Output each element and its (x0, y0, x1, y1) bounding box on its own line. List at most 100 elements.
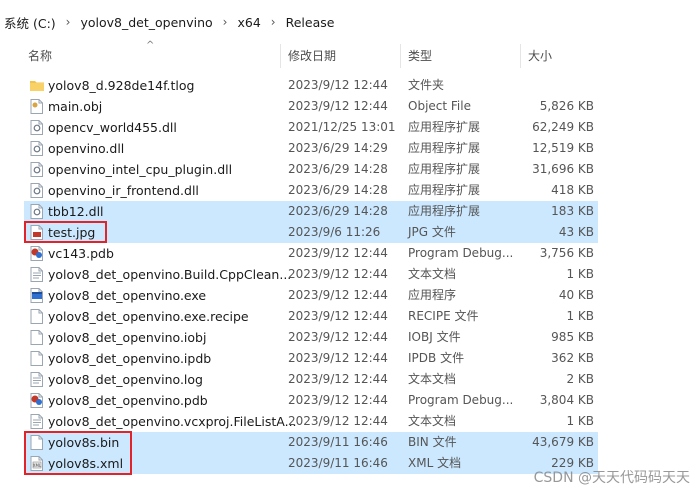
file-row[interactable]: yolov8_det_openvino.ipdb 2023/9/12 12:44 I… (24, 348, 598, 369)
file-name: openvino_ir_frontend.dll (48, 183, 199, 198)
file-row[interactable]: yolov8_det_openvino.exe 2023/9/12 12:44 应用… (24, 285, 598, 306)
column-divider[interactable] (520, 44, 521, 68)
column-divider[interactable] (400, 44, 401, 68)
file-type: 应用程序扩展 (408, 183, 481, 197)
breadcrumb-project[interactable]: yolov8_det_openvino (76, 15, 216, 30)
file-date: 2023/9/12 12:44 (288, 99, 388, 113)
file-type: 应用程序扩展 (408, 162, 481, 176)
file-type: 应用程序 (408, 288, 457, 302)
file-date: 2023/9/12 12:44 (288, 309, 388, 323)
file-size: 418 KB (551, 183, 594, 197)
file-date: 2023/6/29 14:28 (288, 162, 388, 176)
file-row[interactable]: tbb12.dll 2023/6/29 14:28 应用程序扩展 183 KB (24, 201, 598, 222)
file-date: 2023/9/12 12:44 (288, 372, 388, 386)
file-row[interactable]: vc143.pdb 2023/9/12 12:44 Program Debug...… (24, 243, 598, 264)
file-date: 2021/12/25 13:01 (288, 120, 396, 134)
file-size: 2 KB (566, 372, 594, 386)
file-type: 文本文档 (408, 414, 457, 428)
file-date: 2023/9/12 12:44 (288, 78, 388, 92)
file-name: yolov8_det_openvino.vcxproj.FileListA... (48, 414, 297, 429)
file-row[interactable]: openvino_ir_frontend.dll 2023/6/29 14:28 应… (24, 180, 598, 201)
file-size: 1 KB (566, 414, 594, 428)
file-size: 3,804 KB (539, 393, 594, 407)
column-name[interactable]: 名称 (28, 44, 52, 68)
file-name: tbb12.dll (48, 204, 104, 219)
file-name: opencv_world455.dll (48, 120, 177, 135)
highlight-box-model-files (24, 431, 132, 475)
file-size: 1 KB (566, 267, 594, 281)
file-row[interactable]: opencv_world455.dll 2021/12/25 13:01 应用程序扩… (24, 117, 598, 138)
file-row[interactable]: yolov8_det_openvino.Build.CppClean... 202… (24, 264, 598, 285)
file-size: 1 KB (566, 309, 594, 323)
file-date: 2023/9/6 11:26 (288, 225, 381, 239)
file-size: 5,826 KB (539, 99, 594, 113)
dll-file-icon (30, 183, 44, 198)
breadcrumb: 系统 (C:) › yolov8_det_openvino › x64 › Re… (0, 9, 698, 35)
file-row[interactable]: yolov8_det_openvino.pdb 2023/9/12 12:44 Pr… (24, 390, 598, 411)
file-type: 应用程序扩展 (408, 120, 481, 134)
file-row[interactable]: main.obj 2023/9/12 12:44 Object File 5,826 … (24, 96, 598, 117)
file-type: 文本文档 (408, 267, 457, 281)
file-name: openvino_intel_cpu_plugin.dll (48, 162, 233, 177)
file-size: 985 KB (551, 330, 594, 344)
breadcrumb-drive[interactable]: 系统 (C:) (0, 13, 60, 32)
file-type: 文本文档 (408, 372, 457, 386)
file-date: 2023/9/12 12:44 (288, 414, 388, 428)
dll-file-icon (30, 120, 44, 135)
file-type: Program Debug... (408, 393, 514, 407)
file-row[interactable]: yolov8_det_openvino.vcxproj.FileListA...… (24, 411, 598, 432)
file-size: 183 KB (551, 204, 594, 218)
text-file-icon (30, 372, 44, 387)
column-type[interactable]: 类型 (408, 44, 432, 68)
file-type: IPDB 文件 (408, 351, 465, 365)
file-type: XML 文档 (408, 456, 462, 470)
file-row[interactable]: yolov8_det_openvino.iobj 2023/9/12 12:44 I… (24, 327, 598, 348)
file-size: 31,696 KB (532, 162, 594, 176)
watermark: CSDN @天天代码码天天 (533, 470, 690, 486)
column-date[interactable]: 修改日期 (288, 44, 336, 68)
file-size: 62,249 KB (532, 120, 594, 134)
file-row[interactable]: test.jpg 2023/9/6 11:26 JPG 文件 43 KB (24, 222, 598, 243)
file-name: openvino.dll (48, 141, 125, 156)
file-name: yolov8_det_openvino.exe (48, 288, 207, 303)
chevron-right-icon[interactable]: › (265, 15, 282, 29)
text-file-icon (30, 267, 44, 282)
chevron-right-icon[interactable]: › (217, 15, 234, 29)
sort-ascending-icon: ^ (146, 40, 155, 51)
file-size: 43,679 KB (532, 435, 594, 449)
file-date: 2023/9/11 16:46 (288, 435, 388, 449)
blank-file-icon (30, 309, 44, 324)
file-type: IOBJ 文件 (408, 330, 461, 344)
file-row[interactable]: yolov8_d.928de14f.tlog 2023/9/12 12:44 文件夹 (24, 75, 598, 96)
file-row[interactable]: openvino.dll 2023/6/29 14:29 应用程序扩展 12,519 … (24, 138, 598, 159)
file-name: yolov8_det_openvino.pdb (48, 393, 208, 408)
obj-file-icon (30, 99, 44, 114)
file-type: BIN 文件 (408, 435, 457, 449)
pdb-file-icon (30, 393, 44, 408)
column-size[interactable]: 大小 (528, 44, 552, 68)
file-row[interactable]: yolov8_det_openvino.exe.recipe 2023/9/12 … (24, 306, 598, 327)
file-type: JPG 文件 (408, 225, 456, 239)
address-bar[interactable]: 系统 (C:) › yolov8_det_openvino › x64 › Re… (0, 0, 698, 44)
blank-file-icon (30, 351, 44, 366)
blank-file-icon (30, 330, 44, 345)
file-date: 2023/9/12 12:44 (288, 330, 388, 344)
file-type: 应用程序扩展 (408, 204, 481, 218)
dll-file-icon (30, 162, 44, 177)
file-name: main.obj (48, 99, 103, 114)
file-row[interactable]: openvino_intel_cpu_plugin.dll 2023/6/29 1… (24, 159, 598, 180)
file-name: yolov8_det_openvino.Build.CppClean... (48, 267, 292, 282)
file-size: 43 KB (558, 225, 594, 239)
breadcrumb-release[interactable]: Release (282, 15, 339, 30)
column-header: ^ 名称 修改日期 类型 大小 (0, 40, 698, 68)
file-name: yolov8_det_openvino.iobj (48, 330, 207, 345)
file-row[interactable]: yolov8_det_openvino.log 2023/9/12 12:44 文本… (24, 369, 598, 390)
column-divider[interactable] (280, 44, 281, 68)
exe-file-icon (30, 288, 44, 303)
file-type: 文件夹 (408, 78, 445, 92)
chevron-right-icon[interactable]: › (60, 15, 77, 29)
text-file-icon (30, 414, 44, 429)
file-date: 2023/9/12 12:44 (288, 393, 388, 407)
file-size: 40 KB (558, 288, 594, 302)
breadcrumb-x64[interactable]: x64 (233, 15, 264, 30)
